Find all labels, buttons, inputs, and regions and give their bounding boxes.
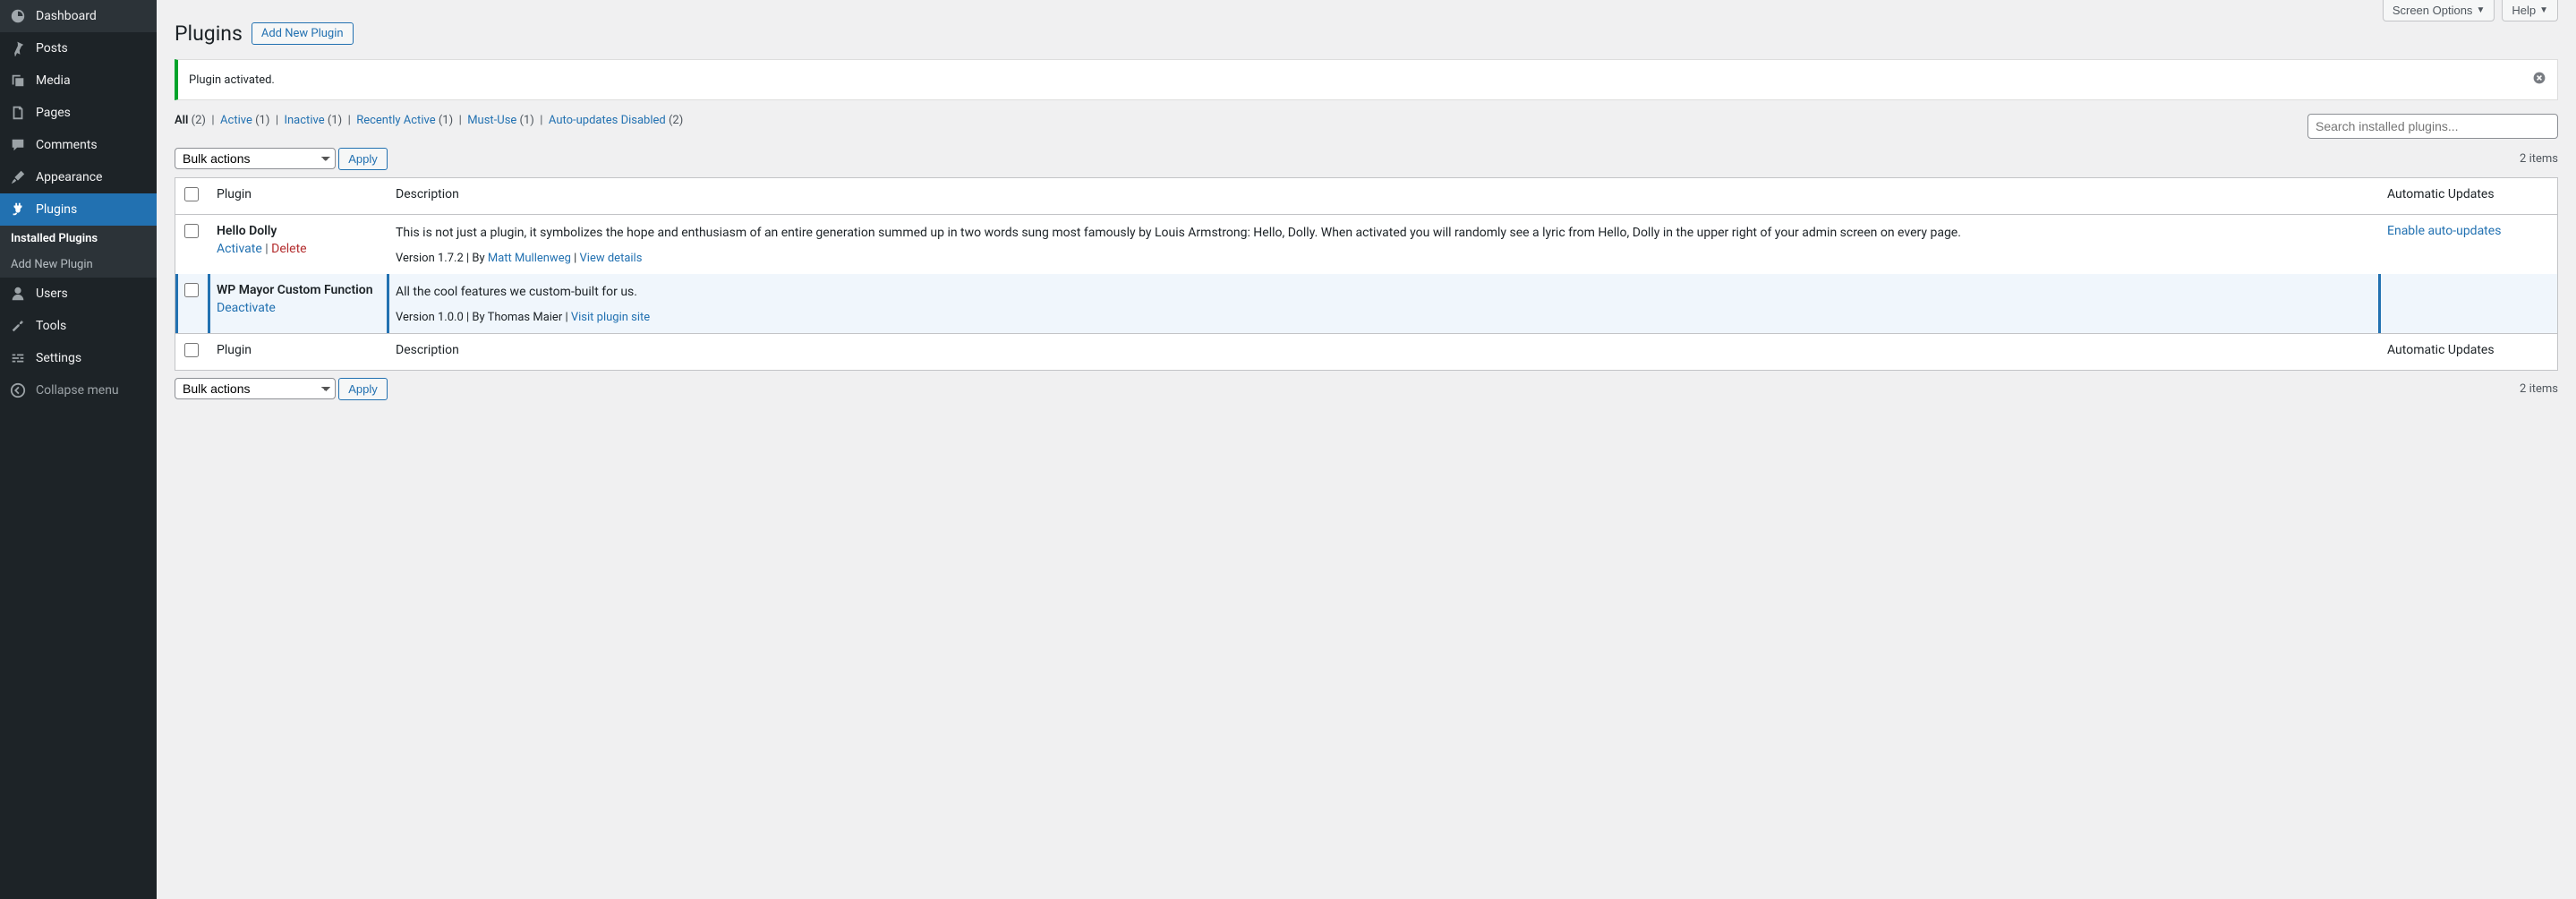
pin-icon bbox=[9, 39, 27, 57]
sidebar-item-comments[interactable]: Comments bbox=[0, 129, 157, 161]
items-count-top: 2 items bbox=[2520, 152, 2558, 166]
sidebar-label: Media bbox=[36, 73, 71, 88]
row-checkbox[interactable] bbox=[184, 224, 199, 238]
deactivate-link[interactable]: Deactivate bbox=[217, 301, 276, 315]
plugin-meta: Version 1.0.0 | By Thomas Maier | Visit … bbox=[396, 311, 2369, 324]
col-auto-updates: Automatic Updates bbox=[2378, 178, 2557, 215]
sidebar-item-appearance[interactable]: Appearance bbox=[0, 161, 157, 193]
plugin-filter-links: All (2) | Active (1) | Inactive (1) | Re… bbox=[175, 114, 683, 127]
visit-site-link[interactable]: Visit plugin site bbox=[571, 311, 650, 324]
notice-success: Plugin activated. bbox=[175, 59, 2558, 100]
notice-text: Plugin activated. bbox=[189, 73, 275, 87]
col-description: Description bbox=[387, 178, 2378, 215]
filter-all[interactable]: All bbox=[175, 114, 188, 127]
comments-icon bbox=[9, 136, 27, 154]
sidebar-item-tools[interactable]: Tools bbox=[0, 310, 157, 342]
plug-icon bbox=[9, 201, 27, 218]
sidebar-label: Plugins bbox=[36, 202, 77, 217]
sidebar-label: Appearance bbox=[36, 170, 102, 184]
enable-auto-updates-link[interactable]: Enable auto-updates bbox=[2387, 224, 2501, 238]
author-link[interactable]: Matt Mullenweg bbox=[488, 252, 571, 265]
plugin-meta: Version 1.7.2 | By Matt Mullenweg | View… bbox=[396, 252, 2369, 265]
chevron-down-icon: ▼ bbox=[2539, 5, 2548, 15]
search-plugins-input[interactable] bbox=[2307, 114, 2558, 139]
activate-link[interactable]: Activate bbox=[217, 242, 262, 256]
sidebar-label: Collapse menu bbox=[36, 383, 119, 398]
sidebar-label: Comments bbox=[36, 138, 98, 152]
plugin-row-wp-mayor: WP Mayor Custom Function Deactivate All … bbox=[175, 274, 2557, 333]
filter-recently-active[interactable]: Recently Active bbox=[356, 114, 435, 127]
chevron-down-icon: ▼ bbox=[2476, 5, 2485, 15]
sidebar-label: Dashboard bbox=[36, 9, 97, 23]
row-checkbox[interactable] bbox=[184, 283, 199, 297]
plugin-name: Hello Dolly bbox=[217, 224, 378, 238]
add-new-plugin-button[interactable]: Add New Plugin bbox=[252, 22, 354, 45]
admin-sidebar: Dashboard Posts Media Pages Comments App… bbox=[0, 0, 157, 899]
dismiss-notice-button[interactable] bbox=[2532, 71, 2546, 89]
col-plugin: Plugin bbox=[208, 333, 387, 370]
bulk-actions-select-top[interactable]: Bulk actions bbox=[175, 148, 336, 169]
pages-icon bbox=[9, 104, 27, 122]
screen-options-button[interactable]: Screen Options▼ bbox=[2383, 0, 2495, 21]
select-all-top[interactable] bbox=[184, 187, 199, 201]
filter-inactive[interactable]: Inactive bbox=[284, 114, 324, 127]
plugins-table: Plugin Description Automatic Updates Hel… bbox=[175, 177, 2558, 371]
apply-bulk-button-bottom[interactable]: Apply bbox=[338, 378, 388, 400]
dashboard-icon bbox=[9, 7, 27, 25]
sidebar-item-media[interactable]: Media bbox=[0, 64, 157, 97]
plugin-description: This is not just a plugin, it symbolizes… bbox=[396, 224, 2369, 243]
sidebar-label: Users bbox=[36, 287, 68, 301]
col-plugin: Plugin bbox=[208, 178, 387, 215]
sidebar-subitem-installed-plugins[interactable]: Installed Plugins bbox=[0, 226, 157, 252]
sidebar-item-collapse[interactable]: Collapse menu bbox=[0, 374, 157, 407]
sidebar-item-pages[interactable]: Pages bbox=[0, 97, 157, 129]
sidebar-label: Posts bbox=[36, 41, 68, 56]
sidebar-subitem-add-new-plugin[interactable]: Add New Plugin bbox=[0, 252, 157, 278]
filter-must-use[interactable]: Must-Use bbox=[467, 114, 516, 127]
col-description: Description bbox=[387, 333, 2378, 370]
view-details-link[interactable]: View details bbox=[580, 252, 643, 265]
plugin-name: WP Mayor Custom Function bbox=[217, 283, 378, 297]
sidebar-item-users[interactable]: Users bbox=[0, 278, 157, 310]
media-icon bbox=[9, 72, 27, 90]
sidebar-label: Tools bbox=[36, 319, 66, 333]
brush-icon bbox=[9, 168, 27, 186]
sidebar-label: Settings bbox=[36, 351, 81, 365]
select-all-bottom[interactable] bbox=[184, 343, 199, 357]
help-button[interactable]: Help▼ bbox=[2502, 0, 2558, 21]
col-auto-updates: Automatic Updates bbox=[2378, 333, 2557, 370]
sidebar-item-settings[interactable]: Settings bbox=[0, 342, 157, 374]
sliders-icon bbox=[9, 349, 27, 367]
filter-active[interactable]: Active bbox=[220, 114, 252, 127]
wrench-icon bbox=[9, 317, 27, 335]
delete-link[interactable]: Delete bbox=[271, 242, 306, 256]
bulk-actions-select-bottom[interactable]: Bulk actions bbox=[175, 378, 336, 399]
page-title: Plugins bbox=[175, 21, 243, 46]
sidebar-item-dashboard[interactable]: Dashboard bbox=[0, 0, 157, 32]
sidebar-item-posts[interactable]: Posts bbox=[0, 32, 157, 64]
apply-bulk-button-top[interactable]: Apply bbox=[338, 148, 388, 170]
collapse-icon bbox=[9, 381, 27, 399]
plugin-description: All the cool features we custom-built fo… bbox=[396, 283, 2369, 302]
sidebar-item-plugins[interactable]: Plugins bbox=[0, 193, 157, 226]
user-icon bbox=[9, 285, 27, 303]
sidebar-label: Pages bbox=[36, 106, 71, 120]
items-count-bottom: 2 items bbox=[2520, 382, 2558, 396]
plugin-row-hello-dolly: Hello Dolly Activate | Delete This is no… bbox=[175, 215, 2557, 274]
filter-auto-updates-disabled[interactable]: Auto-updates Disabled bbox=[549, 114, 666, 127]
